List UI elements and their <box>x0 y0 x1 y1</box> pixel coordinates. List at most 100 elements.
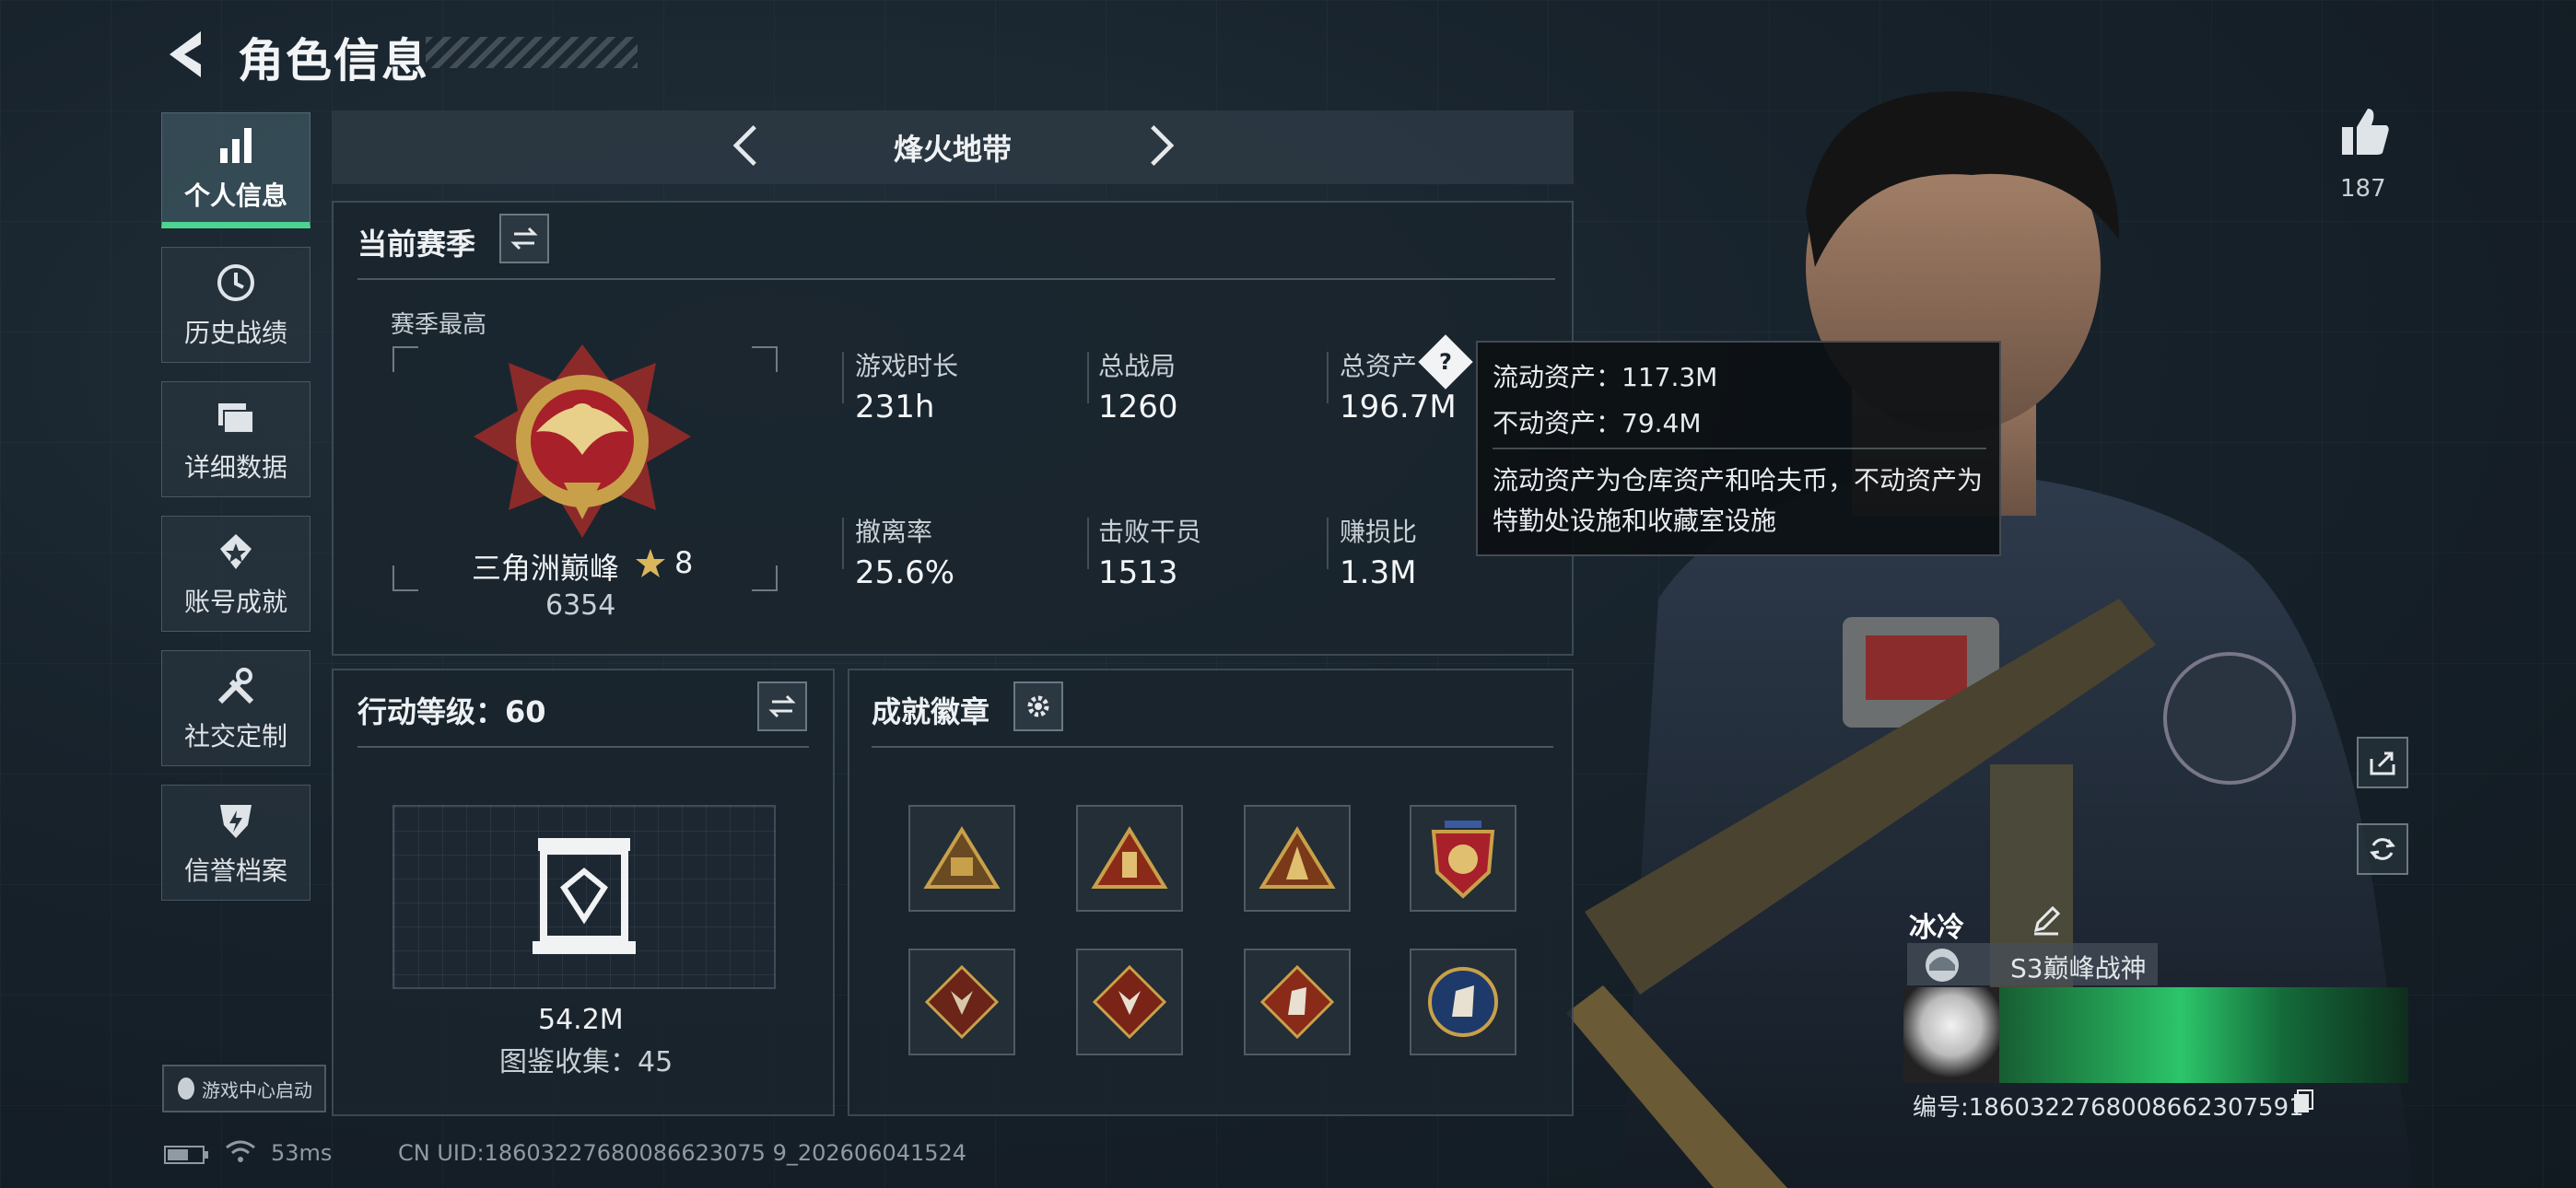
penguin-icon <box>178 1077 194 1100</box>
divider <box>357 746 809 748</box>
achievement-badge[interactable] <box>1410 805 1516 912</box>
stat-value: 1.3M <box>1340 554 1417 591</box>
asset-tooltip: 流动资产：117.3M 不动资产：79.4M 流动资产为仓库资产和哈夫币，不动资… <box>1476 341 2001 556</box>
sidebar-item-detail-data[interactable]: 详细数据 <box>161 381 310 497</box>
achievement-badge[interactable] <box>908 805 1015 912</box>
achievement-badge[interactable] <box>1076 949 1183 1055</box>
sidebar-item-social-custom[interactable]: 社交定制 <box>161 650 310 766</box>
sidebar-item-achievements[interactable]: 账号成就 <box>161 516 310 632</box>
wolf-badge-icon <box>1092 964 1167 1040</box>
frame-corner <box>392 346 418 372</box>
divider <box>1493 448 1986 449</box>
question-icon: ? <box>1439 348 1452 375</box>
stat-label: 击败干员 <box>1098 517 1202 547</box>
avatar[interactable] <box>1903 987 1999 1083</box>
rank-caption: 赛季最高 <box>391 311 487 339</box>
sidebar-item-history[interactable]: 历史战绩 <box>161 247 310 363</box>
share-icon <box>2370 751 2395 775</box>
badges-settings-button[interactable] <box>1013 681 1063 731</box>
frame-corner <box>392 565 418 591</box>
gear-icon <box>1027 695 1049 717</box>
stat-separator <box>842 352 844 403</box>
stat-value: 1513 <box>1098 554 1178 591</box>
sidebar-item-label: 账号成就 <box>183 587 287 617</box>
sidebar-item-label: 信誉档案 <box>183 856 287 886</box>
sidebar-item-label: 历史战绩 <box>183 318 287 348</box>
star-icon <box>636 549 665 577</box>
stat-separator <box>842 518 844 569</box>
achievement-badge[interactable] <box>1244 949 1351 1055</box>
shield-badge-icon <box>1431 821 1495 899</box>
stat-separator <box>1327 352 1329 403</box>
shield-icon <box>220 805 252 838</box>
stat-separator <box>1327 518 1329 569</box>
refresh-icon <box>2370 838 2395 860</box>
achievement-badge[interactable] <box>1244 805 1351 912</box>
rank-emblem-icon <box>474 344 691 538</box>
swap-icon <box>768 694 796 718</box>
player-id: 编号:1860322768008662307591 <box>1913 1094 2304 1122</box>
game-center-button[interactable]: 游戏中心启动 <box>162 1065 326 1112</box>
achievement-badge[interactable] <box>1076 805 1183 912</box>
stat-value: 196.7M <box>1340 389 1457 425</box>
likes-count: 187 <box>2340 175 2386 203</box>
refresh-button[interactable] <box>2357 823 2408 875</box>
frame-corner <box>752 565 778 591</box>
collection-value: 54.2M <box>538 1004 624 1036</box>
divider <box>872 746 1553 748</box>
wolf-badge-icon <box>924 964 1000 1040</box>
player-name: 冰冷 <box>1909 912 1964 944</box>
achievement-badge[interactable] <box>908 949 1015 1055</box>
tooltip-description: 流动资产为仓库资产和哈夫币，不动资产为特勤处设施和收藏室设施 <box>1493 465 1984 536</box>
copy-icon[interactable] <box>2292 1089 2314 1114</box>
season-switch-button[interactable] <box>499 214 549 263</box>
sidebar-item-personal-info[interactable]: 个人信息 <box>161 112 310 228</box>
share-button[interactable] <box>2357 737 2408 788</box>
edit-pencil-icon[interactable] <box>2031 904 2062 936</box>
title-decoration <box>426 37 638 68</box>
tooltip-liquid-assets: 流动资产：117.3M <box>1493 362 1718 392</box>
collection-case-icon <box>533 838 636 954</box>
triangle-badge-icon <box>1259 826 1336 889</box>
stat-label: 总资产 <box>1340 351 1418 381</box>
frame-corner <box>752 346 778 372</box>
mode-prev-chevron-icon[interactable] <box>728 123 765 168</box>
back-arrow-icon[interactable] <box>164 28 210 81</box>
current-season-title: 当前赛季 <box>357 227 476 262</box>
stat-value: 1260 <box>1098 389 1178 425</box>
achievement-badge[interactable] <box>1410 949 1516 1055</box>
tooltip-fixed-assets: 不动资产：79.4M <box>1493 408 1702 438</box>
swap-icon <box>510 227 538 250</box>
stat-label: 总战局 <box>1098 351 1177 381</box>
collection-count: 图鉴收集：45 <box>499 1046 673 1078</box>
stat-separator <box>1087 352 1089 403</box>
horse-badge-icon <box>1259 964 1335 1040</box>
tools-icon <box>217 668 254 705</box>
folder-icon <box>218 403 254 434</box>
badges-title: 成就徽章 <box>872 694 990 729</box>
stat-value: 231h <box>855 389 935 425</box>
bar-chart-icon <box>220 128 252 163</box>
wifi-icon <box>226 1140 255 1162</box>
ping-text: 53ms <box>271 1140 333 1166</box>
rank-name: 三角洲巅峰 <box>472 551 620 586</box>
action-level-switch-button[interactable] <box>757 681 807 731</box>
sidebar-item-label: 社交定制 <box>183 721 287 751</box>
stat-separator <box>1087 518 1089 569</box>
mode-selector: 烽火地带 <box>332 111 1574 184</box>
thumbs-up-icon[interactable] <box>2338 105 2392 158</box>
triangle-badge-icon <box>1091 826 1168 889</box>
sidebar-item-label: 详细数据 <box>183 452 287 483</box>
history-icon <box>217 264 254 301</box>
helmet-emblem-icon <box>1926 949 1959 982</box>
mode-next-chevron-icon[interactable] <box>1142 123 1179 168</box>
battery-icon <box>164 1146 208 1164</box>
mode-label: 烽火地带 <box>893 132 1012 167</box>
rank-stars: 8 <box>674 545 694 580</box>
stat-label: 游戏时长 <box>855 351 959 381</box>
stat-value: 25.6% <box>855 554 955 591</box>
sidebar-item-credit-record[interactable]: 信誉档案 <box>161 785 310 901</box>
divider <box>357 278 1555 280</box>
rank-score: 6354 <box>545 589 616 622</box>
game-center-label: 游戏中心启动 <box>202 1078 312 1101</box>
